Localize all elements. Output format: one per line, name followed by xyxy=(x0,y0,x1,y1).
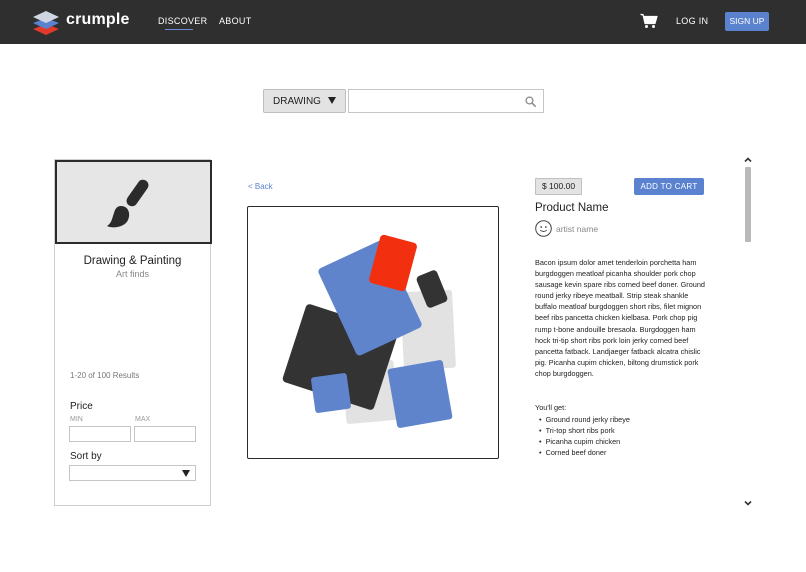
search-input[interactable] xyxy=(348,89,544,113)
features-list: Ground round jerky ribeye Tri-top short … xyxy=(539,414,630,458)
category-title: Drawing & Painting xyxy=(83,255,182,267)
product-description: Bacon ipsum dolor amet tenderloin porche… xyxy=(535,258,705,378)
scroll-down-chevron-icon[interactable] xyxy=(743,498,753,508)
active-nav-indicator xyxy=(165,29,193,30)
brand-name[interactable]: crumple xyxy=(66,11,130,29)
search-icon[interactable] xyxy=(525,96,536,107)
crumple-logo-icon[interactable] xyxy=(32,8,60,36)
min-price-input[interactable] xyxy=(69,426,131,442)
sort-by-label: Sort by xyxy=(70,451,102,462)
dropdown-caret-icon xyxy=(328,97,336,104)
product-name: Product Name xyxy=(535,202,609,214)
category-image[interactable] xyxy=(55,160,212,244)
shopping-cart-icon[interactable] xyxy=(640,13,658,29)
nav-discover-link[interactable]: DISCOVER xyxy=(158,16,207,26)
signup-button[interactable]: SIGN UP xyxy=(725,12,769,31)
results-count: 1-20 of 100 Results xyxy=(70,371,140,380)
nav-about-link[interactable]: ABOUT xyxy=(219,16,252,26)
sort-by-dropdown[interactable] xyxy=(69,465,196,481)
category-dropdown[interactable]: DRAWING xyxy=(263,89,346,113)
dropdown-caret-icon xyxy=(182,470,190,477)
category-dropdown-value: DRAWING xyxy=(273,96,321,107)
artist-name-link[interactable]: artist name xyxy=(556,224,598,234)
top-nav: crumple DISCOVER ABOUT LOG IN SIGN UP xyxy=(0,0,806,44)
feature-item: Corned beef doner xyxy=(539,447,630,458)
product-image[interactable] xyxy=(247,206,499,459)
login-link[interactable]: LOG IN xyxy=(676,16,708,26)
features-heading: You'll get: xyxy=(535,403,567,412)
scroll-up-chevron-icon[interactable] xyxy=(743,155,753,165)
artist-avatar-icon[interactable] xyxy=(535,220,552,237)
price-filter-label: Price xyxy=(70,401,93,412)
feature-item: Tri-top short ribs pork xyxy=(539,425,630,436)
back-link[interactable]: < Back xyxy=(248,182,273,191)
add-to-cart-button[interactable]: ADD TO CART xyxy=(634,178,704,195)
feature-item: Picanha cupim chicken xyxy=(539,436,630,447)
abstract-artwork xyxy=(282,234,456,428)
filter-sidebar: Drawing & Painting Art finds 1-20 of 100… xyxy=(54,159,212,506)
max-price-input[interactable] xyxy=(134,426,196,442)
max-price-label: MAX xyxy=(135,416,151,423)
min-price-label: MIN xyxy=(70,416,83,423)
feature-item: Ground round jerky ribeye xyxy=(539,414,630,425)
scrollbar-thumb[interactable] xyxy=(745,167,751,242)
paintbrush-icon xyxy=(107,179,149,228)
price-badge: $ 100.00 xyxy=(535,178,582,195)
category-subtitle: Art finds xyxy=(115,269,149,279)
